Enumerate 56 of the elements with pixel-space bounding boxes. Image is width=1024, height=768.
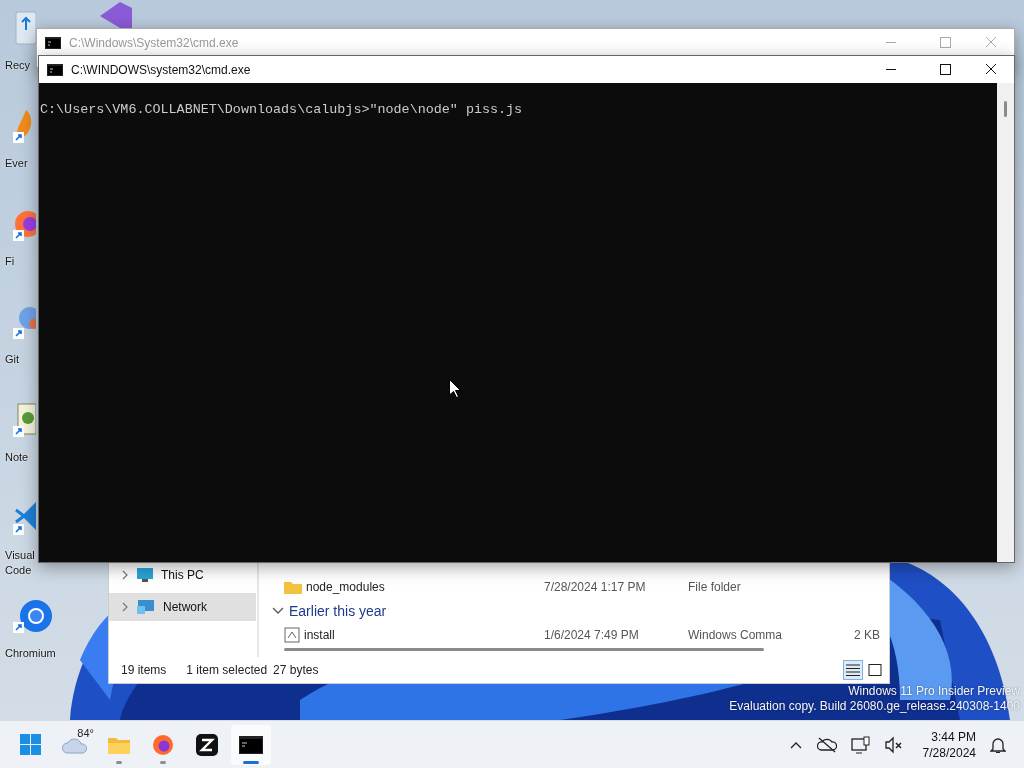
app-icon[interactable] <box>12 304 36 340</box>
folder-icon <box>284 580 302 594</box>
console-icon <box>45 36 61 49</box>
icon-label: Git <box>5 352 20 367</box>
nav-item[interactable]: This PC <box>109 561 256 589</box>
status-text: 19 items <box>121 663 167 677</box>
notepad-icon[interactable] <box>12 402 36 438</box>
browser-icon <box>152 733 174 756</box>
status-text: 1 item selected <box>186 663 268 677</box>
icon-label: Recy <box>5 58 31 73</box>
cloud-off-icon[interactable] <box>816 735 837 754</box>
file-size: 2 KB <box>854 628 880 642</box>
icon-label: Code <box>5 563 32 578</box>
chevron-icon[interactable] <box>121 570 129 580</box>
icon-label: Fi <box>5 254 15 269</box>
icon-label: Chromium <box>5 646 56 661</box>
code-editor-icon[interactable] <box>12 500 36 536</box>
script-file-icon <box>284 627 300 643</box>
list-icon <box>846 664 860 676</box>
weather-widget[interactable]: 84° <box>55 724 95 765</box>
file-date: 7/28/2024 1:17 PM <box>544 580 647 594</box>
taskbar-button[interactable] <box>231 724 271 765</box>
network-icon <box>137 600 155 614</box>
app-icon <box>196 733 218 756</box>
mouse-pointer-icon <box>449 379 461 398</box>
horizontal-scrollbar[interactable] <box>284 648 764 651</box>
file-date: 1/6/2024 7:49 PM <box>544 628 640 642</box>
window-title: C:\Windows\System32\cmd.exe <box>69 35 239 50</box>
vertical-scrollbar[interactable] <box>997 83 1014 562</box>
file-name[interactable]: install <box>304 628 335 642</box>
bell-icon[interactable] <box>990 735 1006 754</box>
speaker-mute-icon[interactable] <box>884 735 903 754</box>
clock-date[interactable]: 7/28/2024 <box>922 744 976 761</box>
icon-label: Ever <box>5 156 28 171</box>
status-text: 27 bytes <box>273 663 319 677</box>
monitor-icon[interactable] <box>850 735 871 754</box>
details-view-button[interactable] <box>843 660 863 680</box>
console-icon <box>47 63 63 76</box>
cloud-icon <box>62 735 88 754</box>
file-type: Windows Comma <box>688 628 784 642</box>
clock-time[interactable]: 3:44 PM <box>931 728 976 745</box>
file-type: File folder <box>688 580 742 594</box>
group-header[interactable]: Earlier this year <box>289 603 387 619</box>
recycle-bin-icon[interactable] <box>12 10 36 46</box>
icon-label: Visual <box>5 548 35 563</box>
scrollbar-thumb[interactable] <box>1004 101 1007 117</box>
chevron-down-icon[interactable] <box>272 606 284 616</box>
console-line: C:\Users\VM6.COLLABNET\Downloads\calubjs>"node\node" piss.js <box>40 101 523 118</box>
icon-label: Note <box>5 450 29 465</box>
console-icon <box>239 735 263 754</box>
nav-item[interactable]: Network <box>109 593 256 621</box>
file-name[interactable]: node_modules <box>306 580 385 594</box>
monitor-icon <box>137 568 153 582</box>
chevron-icon[interactable] <box>121 602 129 612</box>
window-title: C:\WINDOWS\system32\cmd.exe <box>71 62 251 77</box>
square-icon <box>868 664 882 676</box>
